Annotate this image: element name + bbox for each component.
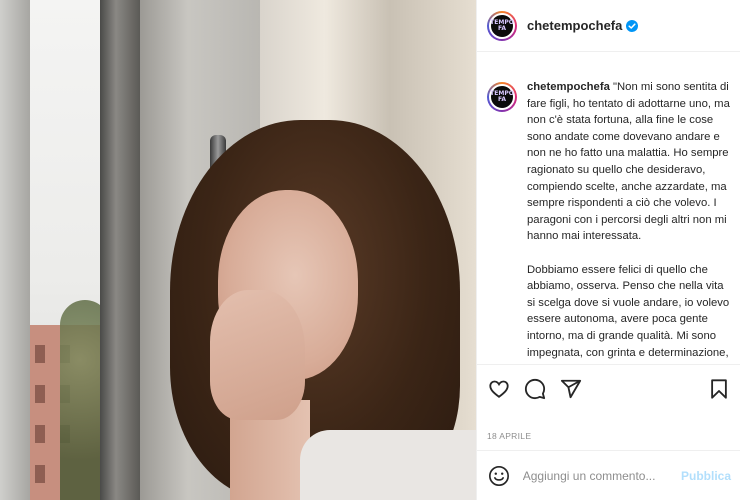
avatar-text-bottom: FA — [497, 24, 507, 32]
post-date[interactable]: 18 APRILE — [487, 431, 531, 441]
post-side-panel: TEMPO FA chetempochefa TEMPO FA chetempo… — [476, 0, 740, 500]
caption-area: TEMPO FA chetempochefa "Non mi sono sent… — [477, 52, 740, 364]
caption-paragraph-1: "Non mi sono sentita di fare figli, ho t… — [527, 81, 730, 243]
avatar-text-bottom: FA — [497, 96, 507, 103]
post-header: TEMPO FA chetempochefa — [477, 0, 740, 52]
post-photo[interactable] — [0, 0, 476, 500]
photo-hand — [210, 290, 305, 420]
comment-input[interactable] — [522, 468, 681, 483]
caption-username[interactable]: chetempochefa — [527, 81, 610, 93]
caption-row: TEMPO FA chetempochefa "Non mi sono sent… — [487, 64, 731, 364]
profile-avatar[interactable]: TEMPO FA — [487, 10, 517, 41]
bookmark-icon[interactable] — [707, 377, 731, 401]
publish-button[interactable]: Pubblica — [681, 469, 731, 483]
caption-text: chetempochefa "Non mi sono sentita di fa… — [527, 79, 731, 364]
emoji-icon[interactable] — [487, 464, 511, 488]
caption-paragraph-2: Dobbiamo essere felici di quello che abb… — [527, 263, 730, 364]
photo-window-edge — [0, 0, 30, 500]
photo-shirt — [300, 430, 476, 500]
action-bar — [477, 364, 740, 412]
verified-badge-icon — [626, 19, 639, 32]
header-username[interactable]: chetempochefa — [527, 18, 622, 33]
caption-avatar[interactable]: TEMPO FA — [487, 82, 517, 112]
photo-window-frame — [100, 0, 140, 500]
share-icon[interactable] — [559, 377, 583, 401]
heart-icon[interactable] — [487, 377, 511, 401]
comment-icon[interactable] — [523, 377, 547, 401]
comment-bar: Pubblica — [477, 450, 740, 500]
